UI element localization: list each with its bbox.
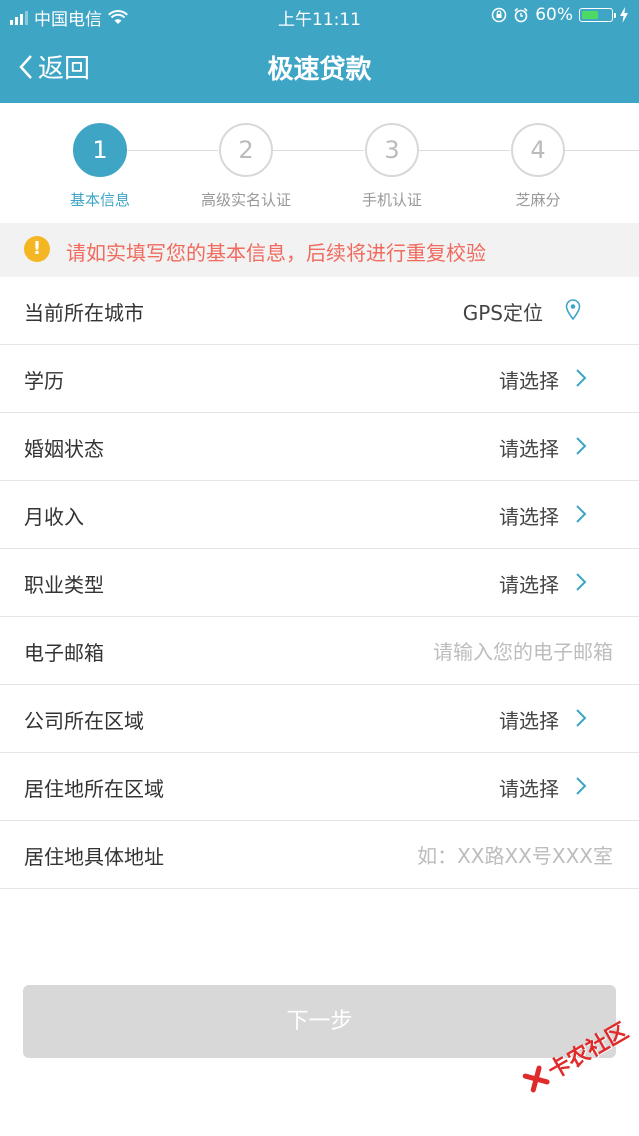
monthly-income-select[interactable]: 请选择 [499,501,559,530]
job-type-select[interactable]: 请选择 [499,569,559,598]
progress-steps: 1 基本信息 2 高级实名认证 3 手机认证 4 芝麻分 [0,103,639,223]
notice-banner: ! 请如实填写您的基本信息，后续将进行重复校验 [0,223,639,277]
alarm-icon [514,7,528,23]
notice-text: 请如实填写您的基本信息，后续将进行重复校验 [66,241,486,265]
education-select[interactable]: 请选择 [499,365,559,394]
monthly-income-row[interactable]: 月收入 请选择 [0,481,639,549]
step-number: 1 [73,123,127,177]
email-field[interactable] [311,634,615,670]
nav-bar: 返回 极速贷款 [0,32,639,103]
chevron-right-icon [576,437,587,455]
residence-area-select[interactable]: 请选择 [499,773,559,802]
city-row[interactable]: 当前所在城市 GPS定位 [0,277,639,345]
chevron-right-icon [576,777,587,795]
chevron-right-icon [576,709,587,727]
company-area-label: 公司所在区域 [24,709,144,733]
battery-icon [579,8,616,22]
step-basic-info: 1 基本信息 [20,123,180,210]
monthly-income-label: 月收入 [24,505,84,529]
step-number: 2 [219,123,273,177]
education-label: 学历 [24,369,64,393]
marital-status-row[interactable]: 婚姻状态 请选择 [0,413,639,481]
step-number: 3 [365,123,419,177]
chevron-right-icon [576,573,587,591]
warning-icon: ! [24,236,50,262]
step-label: 芝麻分 [515,191,561,209]
email-row: 电子邮箱 [0,617,639,685]
residence-area-row[interactable]: 居住地所在区域 请选择 [0,753,639,821]
battery-percent: 60% [535,5,573,25]
step-label: 手机认证 [361,191,422,209]
step-zhima-score: 4 芝麻分 [458,123,618,210]
status-bar: 中国电信 上午11:11 60% [0,0,639,32]
company-area-row[interactable]: 公司所在区域 请选择 [0,685,639,753]
residence-address-row: 居住地具体地址 [0,821,639,889]
education-row[interactable]: 学历 请选择 [0,345,639,413]
marital-status-select[interactable]: 请选择 [499,433,559,462]
residence-area-label: 居住地所在区域 [24,777,164,801]
marital-status-label: 婚姻状态 [24,437,104,461]
chevron-right-icon [576,369,587,387]
step-real-name-auth: 2 高级实名认证 [166,123,326,210]
page-title: 极速贷款 [267,55,372,85]
step-phone-auth: 3 手机认证 [312,123,472,210]
gps-locate-value[interactable]: GPS定位 [463,297,543,326]
residence-address-label: 居住地具体地址 [24,845,164,869]
job-type-label: 职业类型 [24,573,104,597]
step-number: 4 [511,123,565,177]
chevron-right-icon [576,505,587,523]
top-bar: 中国电信 上午11:11 60% 返回 极速贷款 [0,0,639,103]
basic-info-form: 当前所在城市 GPS定位 学历 请选择 婚姻状态 请选择 月收入 请选择 职业类… [0,277,639,889]
company-area-select[interactable]: 请选择 [499,705,559,734]
charging-icon [620,7,628,23]
next-step-button[interactable]: 下一步 [23,985,616,1058]
step-label: 高级实名认证 [200,191,291,209]
location-pin-icon[interactable] [565,299,581,321]
residence-address-field[interactable] [311,838,615,874]
rotation-lock-icon [491,7,507,23]
city-label: 当前所在城市 [24,301,144,325]
job-type-row[interactable]: 职业类型 请选择 [0,549,639,617]
step-label: 基本信息 [69,191,130,209]
email-label: 电子邮箱 [24,641,104,665]
